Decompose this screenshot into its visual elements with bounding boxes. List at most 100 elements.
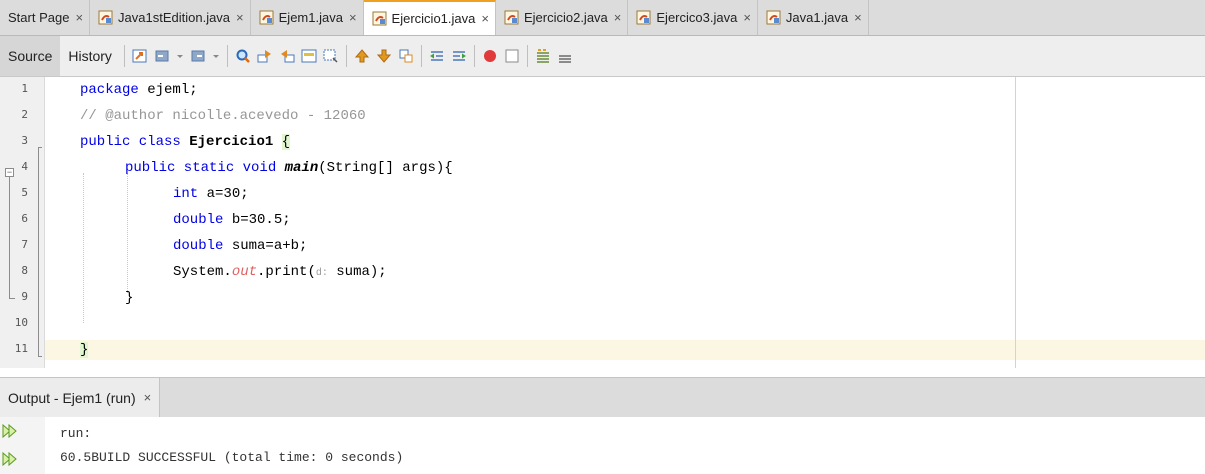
tab-java1[interactable]: Java1.java × bbox=[758, 0, 869, 35]
uncomment-icon[interactable] bbox=[557, 48, 573, 64]
fold-guide bbox=[38, 356, 42, 357]
line-number: 2 bbox=[21, 108, 28, 121]
code-text: System. bbox=[173, 264, 232, 280]
tab-label: Ejercicio2.java bbox=[523, 10, 608, 25]
toolbar-separator bbox=[526, 45, 528, 67]
toolbar-separator bbox=[420, 45, 422, 67]
close-icon[interactable]: × bbox=[481, 11, 489, 26]
toggle-bookmark-icon[interactable] bbox=[398, 48, 414, 64]
editor-toolbar: Source History bbox=[0, 36, 1205, 77]
toolbar-separator bbox=[226, 45, 228, 67]
previous-bookmark-icon[interactable] bbox=[354, 48, 370, 64]
code-editor[interactable]: 1 2 3 4 5 6 7 8 9 10 11 − package ejeml;… bbox=[0, 77, 1205, 368]
editor-tab-strip: Start Page × Java1stEdition.java × Ejem1… bbox=[0, 0, 1205, 36]
shift-right-icon[interactable] bbox=[451, 48, 467, 64]
search-icon[interactable] bbox=[235, 48, 251, 64]
code-text: (String[] args){ bbox=[318, 160, 453, 176]
chevron-down-icon[interactable] bbox=[176, 48, 184, 64]
close-icon[interactable]: × bbox=[236, 10, 244, 25]
chevron-down-icon[interactable] bbox=[212, 48, 220, 64]
tab-label: Java1.java bbox=[785, 10, 849, 25]
fold-collapse-icon[interactable]: − bbox=[5, 168, 14, 177]
code-text: ejeml; bbox=[138, 82, 198, 98]
code-text: } bbox=[125, 290, 134, 306]
back-icon[interactable] bbox=[154, 48, 170, 64]
right-margin-line bbox=[1015, 77, 1016, 368]
tab-ejercico3[interactable]: Ejercico3.java × bbox=[628, 0, 758, 35]
code-text: suma=a+b; bbox=[223, 238, 308, 254]
java-file-icon bbox=[259, 10, 274, 25]
comment-icon[interactable] bbox=[535, 48, 551, 64]
rerun-icon[interactable] bbox=[2, 423, 18, 439]
code-text: .print( bbox=[257, 264, 316, 280]
keyword: public class bbox=[80, 134, 181, 150]
method-name: main bbox=[284, 160, 319, 176]
code-line-4: public static void main(String[] args){ bbox=[125, 158, 453, 178]
line-number-gutter: 1 2 3 4 5 6 7 8 9 10 11 − bbox=[0, 77, 45, 368]
tab-label: Start Page bbox=[8, 10, 70, 25]
last-edit-icon[interactable] bbox=[132, 48, 148, 64]
tab-label: Java1stEdition.java bbox=[118, 10, 231, 25]
tab-output-ejem1-run[interactable]: Output - Ejem1 (run) × bbox=[0, 378, 161, 417]
line-number: 5 bbox=[21, 186, 28, 199]
tab-label: Ejercicio1.java bbox=[391, 11, 476, 26]
tab-java1stedition[interactable]: Java1stEdition.java × bbox=[90, 0, 251, 35]
stop-macro-recording-icon[interactable] bbox=[504, 48, 520, 64]
indent-guide bbox=[83, 173, 84, 323]
code-text: a=30; bbox=[198, 186, 249, 202]
shift-left-icon[interactable] bbox=[429, 48, 445, 64]
keyword: double bbox=[173, 212, 224, 228]
toolbar-separator bbox=[473, 45, 475, 67]
matching-brace: } bbox=[80, 342, 89, 358]
tab-ejercicio2[interactable]: Ejercicio2.java × bbox=[496, 0, 629, 35]
output-console[interactable]: run: 60.5BUILD SUCCESSFUL (total time: 0… bbox=[0, 417, 1205, 474]
close-icon[interactable]: × bbox=[854, 10, 862, 25]
code-line-9: } bbox=[125, 288, 133, 308]
source-button[interactable]: Source bbox=[0, 36, 61, 76]
code-text: b=30.5; bbox=[223, 212, 291, 228]
close-icon[interactable]: × bbox=[349, 10, 357, 25]
start-macro-recording-icon[interactable] bbox=[482, 48, 498, 64]
close-icon[interactable]: × bbox=[614, 10, 622, 25]
code-line-3: public class Ejercicio1 { bbox=[80, 132, 291, 152]
find-previous-icon[interactable] bbox=[257, 48, 273, 64]
toggle-highlight-icon[interactable] bbox=[301, 48, 317, 64]
close-icon[interactable]: × bbox=[75, 10, 83, 25]
java-file-icon bbox=[98, 10, 113, 25]
keyword: public static void bbox=[125, 160, 277, 176]
toolbar-separator bbox=[345, 45, 347, 67]
parameter-hint: d: bbox=[315, 268, 328, 279]
tab-label: Ejercico3.java bbox=[656, 10, 738, 25]
output-tab-strip: Output - Ejem1 (run) × bbox=[0, 377, 1205, 417]
close-icon[interactable]: × bbox=[144, 390, 152, 405]
line-number: 7 bbox=[21, 238, 28, 251]
fold-guide bbox=[38, 147, 42, 148]
toolbar-separator bbox=[123, 45, 125, 67]
indent-guide bbox=[127, 173, 128, 293]
next-bookmark-icon[interactable] bbox=[376, 48, 392, 64]
tab-ejem1[interactable]: Ejem1.java × bbox=[251, 0, 364, 35]
java-file-icon bbox=[372, 11, 387, 26]
forward-icon[interactable] bbox=[190, 48, 206, 64]
line-number: 3 bbox=[21, 134, 28, 147]
code-line-5: int a=30; bbox=[173, 184, 249, 204]
java-file-icon bbox=[504, 10, 519, 25]
fold-guide bbox=[9, 298, 15, 299]
output-line: run: bbox=[60, 426, 92, 441]
code-line-11: } bbox=[80, 340, 89, 360]
java-file-icon bbox=[636, 10, 651, 25]
static-field: out bbox=[231, 264, 258, 280]
keyword: int bbox=[173, 186, 199, 202]
matching-brace: { bbox=[281, 134, 291, 150]
tab-ejercicio1[interactable]: Ejercicio1.java × bbox=[363, 0, 496, 35]
tab-label: Output - Ejem1 (run) bbox=[8, 389, 136, 406]
tab-start-page[interactable]: Start Page × bbox=[0, 0, 91, 35]
find-next-icon[interactable] bbox=[279, 48, 295, 64]
current-line-highlight bbox=[45, 340, 1205, 360]
keyword: double bbox=[173, 238, 224, 254]
class-name: Ejercicio1 bbox=[189, 134, 274, 150]
history-button[interactable]: History bbox=[60, 36, 120, 76]
toggle-rectangular-selection-icon[interactable] bbox=[323, 48, 339, 64]
rerun-with-different-parameters-icon[interactable] bbox=[2, 451, 18, 467]
close-icon[interactable]: × bbox=[743, 10, 751, 25]
